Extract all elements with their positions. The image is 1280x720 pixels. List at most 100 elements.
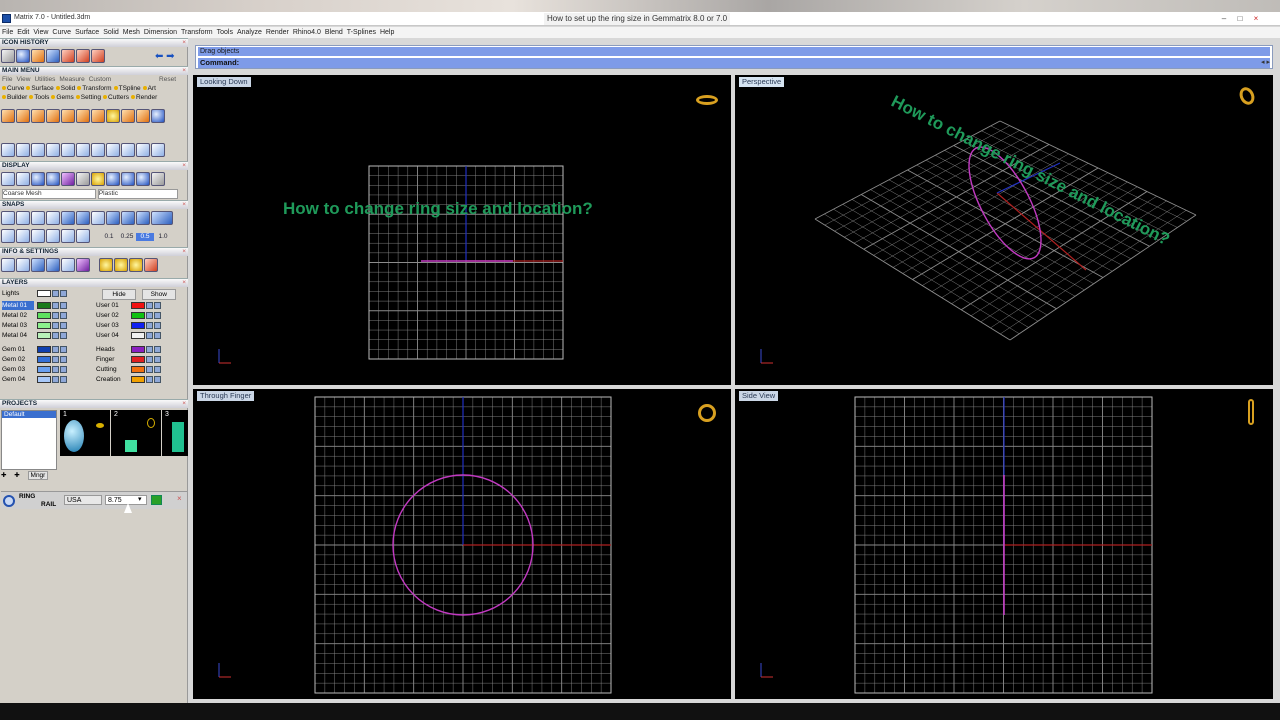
snap-knot-icon[interactable] [136, 211, 150, 225]
viewport-side-view[interactable]: Side View [735, 389, 1273, 699]
material-icon[interactable] [151, 172, 165, 186]
minimize-icon[interactable]: – [1218, 13, 1230, 24]
measure-icon[interactable] [31, 258, 45, 272]
layer-lock-toggle[interactable] [154, 355, 161, 363]
pave-icon[interactable] [91, 109, 105, 123]
rotate-icon[interactable] [91, 143, 105, 157]
main-menu-reset[interactable]: Reset [159, 76, 176, 84]
head-icon[interactable] [61, 109, 75, 123]
section-display[interactable]: DISPLAY × [0, 161, 188, 170]
layer-visibility-toggle[interactable] [52, 301, 59, 309]
project-manager-button[interactable]: Mngr [27, 471, 49, 480]
section-icon-history[interactable]: ICON HISTORY × [0, 38, 188, 47]
snap-near-icon[interactable] [16, 211, 30, 225]
cutter-icon[interactable] [61, 49, 75, 63]
main-menu-item[interactable]: Setting [75, 94, 101, 102]
layer-lock-toggle[interactable] [60, 301, 67, 309]
snap-point-icon[interactable] [31, 211, 45, 225]
main-menu-item[interactable]: Transform [77, 85, 112, 93]
layer-visibility-toggle[interactable] [52, 311, 59, 319]
project-list[interactable]: Default [1, 410, 57, 470]
layer-color-swatch[interactable] [37, 365, 51, 373]
bezel-icon[interactable] [16, 109, 30, 123]
layer-color-swatch[interactable] [131, 375, 145, 383]
history-arrows-icon[interactable]: ⬅ ➡ [155, 51, 175, 62]
snap-all-icon[interactable] [151, 211, 173, 225]
layer-color-swatch[interactable] [37, 311, 51, 319]
snap-value[interactable]: 0.1 [100, 233, 118, 241]
shaded-icon[interactable] [16, 172, 30, 186]
layer-row[interactable]: Creation [96, 375, 161, 384]
section-snaps[interactable]: SNAPS × [0, 200, 188, 209]
viewport-through-finger[interactable]: Through Finger [193, 389, 731, 699]
ring-size-dropdown-icon[interactable]: ▾ [138, 495, 147, 505]
layer-visibility-toggle[interactable] [146, 345, 153, 353]
layer-color-swatch[interactable] [131, 331, 145, 339]
history-icon[interactable] [46, 49, 60, 63]
point-icon[interactable] [1, 143, 15, 157]
project-add-icon[interactable]: ✚ [1, 472, 6, 479]
layer-visibility-toggle[interactable] [52, 355, 59, 363]
flat-icon[interactable] [76, 172, 90, 186]
layer-lock-toggle[interactable] [60, 365, 67, 373]
lights-swatch[interactable] [37, 289, 51, 297]
layer-lock-toggle[interactable] [60, 321, 67, 329]
layer-visibility-toggle[interactable] [52, 365, 59, 373]
main-menu-item[interactable]: Builder [2, 94, 27, 102]
layer-lock-toggle[interactable] [154, 301, 161, 309]
layer-lock-toggle[interactable] [60, 311, 67, 319]
main-menu-item[interactable]: Render [130, 94, 157, 102]
project-thumb-1[interactable]: 1 [60, 410, 110, 456]
main-menu-item[interactable]: Cutters [103, 94, 129, 102]
command-scroll-icon[interactable]: ◂ ▸ [1261, 58, 1270, 66]
lock-icon[interactable] [76, 229, 90, 243]
main-menu-item[interactable]: Gems [51, 94, 74, 102]
ring-builder-icon[interactable] [106, 109, 120, 123]
layer-row[interactable]: Cutting [96, 365, 161, 374]
layer-lock-toggle[interactable] [154, 321, 161, 329]
layer-row[interactable]: Gem 01 [2, 345, 67, 354]
snap-value[interactable]: 0.25 [118, 233, 136, 241]
hide-button[interactable]: Hide [102, 289, 136, 300]
layer-color-swatch[interactable] [37, 345, 51, 353]
section-projects[interactable]: PROJECTS × [0, 399, 188, 408]
main-menu-item[interactable]: Solid [55, 85, 75, 93]
main-menu-item[interactable]: Surface [26, 85, 54, 93]
snap-quad-icon[interactable] [121, 211, 135, 225]
menu-item[interactable]: Transform [179, 27, 215, 38]
layer-visibility-toggle[interactable] [146, 301, 153, 309]
menu-item[interactable]: Solid [101, 27, 121, 38]
bail-icon[interactable] [121, 109, 135, 123]
settings-icon[interactable] [91, 49, 105, 63]
sphere-icon[interactable] [151, 109, 165, 123]
layer-color-swatch[interactable] [37, 375, 51, 383]
display-material-select[interactable]: Plastic [97, 189, 178, 199]
layer-color-swatch[interactable] [131, 355, 145, 363]
layer-color-swatch[interactable] [131, 301, 145, 309]
menu-item[interactable]: Edit [15, 27, 31, 38]
gold-icon[interactable] [91, 172, 105, 186]
apply-ring-size-icon[interactable] [151, 495, 162, 505]
grid-snap-icon[interactable] [1, 229, 15, 243]
main-menu-tab[interactable]: View [16, 76, 30, 83]
viewport-label[interactable]: Looking Down [197, 77, 251, 87]
menu-item[interactable]: Curve [50, 27, 73, 38]
layer-row[interactable]: Finger [96, 355, 161, 364]
layer-lock-toggle[interactable] [60, 331, 67, 339]
main-menu-tab[interactable]: File [2, 76, 12, 83]
gem-tool-icon[interactable] [31, 49, 45, 63]
eye-icon[interactable] [61, 229, 75, 243]
prong-tool-icon[interactable] [1, 109, 15, 123]
layer-lock-toggle[interactable] [60, 355, 67, 363]
layer-visibility-toggle[interactable] [146, 311, 153, 319]
menu-item[interactable]: Render [264, 27, 291, 38]
render-icon[interactable] [16, 49, 30, 63]
layer-visibility-toggle[interactable] [146, 355, 153, 363]
main-menu-item[interactable]: TSpline [113, 85, 141, 93]
main-menu-item[interactable]: Tools [29, 94, 49, 102]
layer-row[interactable]: User 03 [96, 321, 161, 330]
layer-color-swatch[interactable] [37, 301, 51, 309]
project-thumb-3[interactable]: 3 [162, 410, 188, 456]
layer-row[interactable]: Gem 03 [2, 365, 67, 374]
display-mesh-select[interactable]: Coarse Mesh [2, 189, 96, 199]
